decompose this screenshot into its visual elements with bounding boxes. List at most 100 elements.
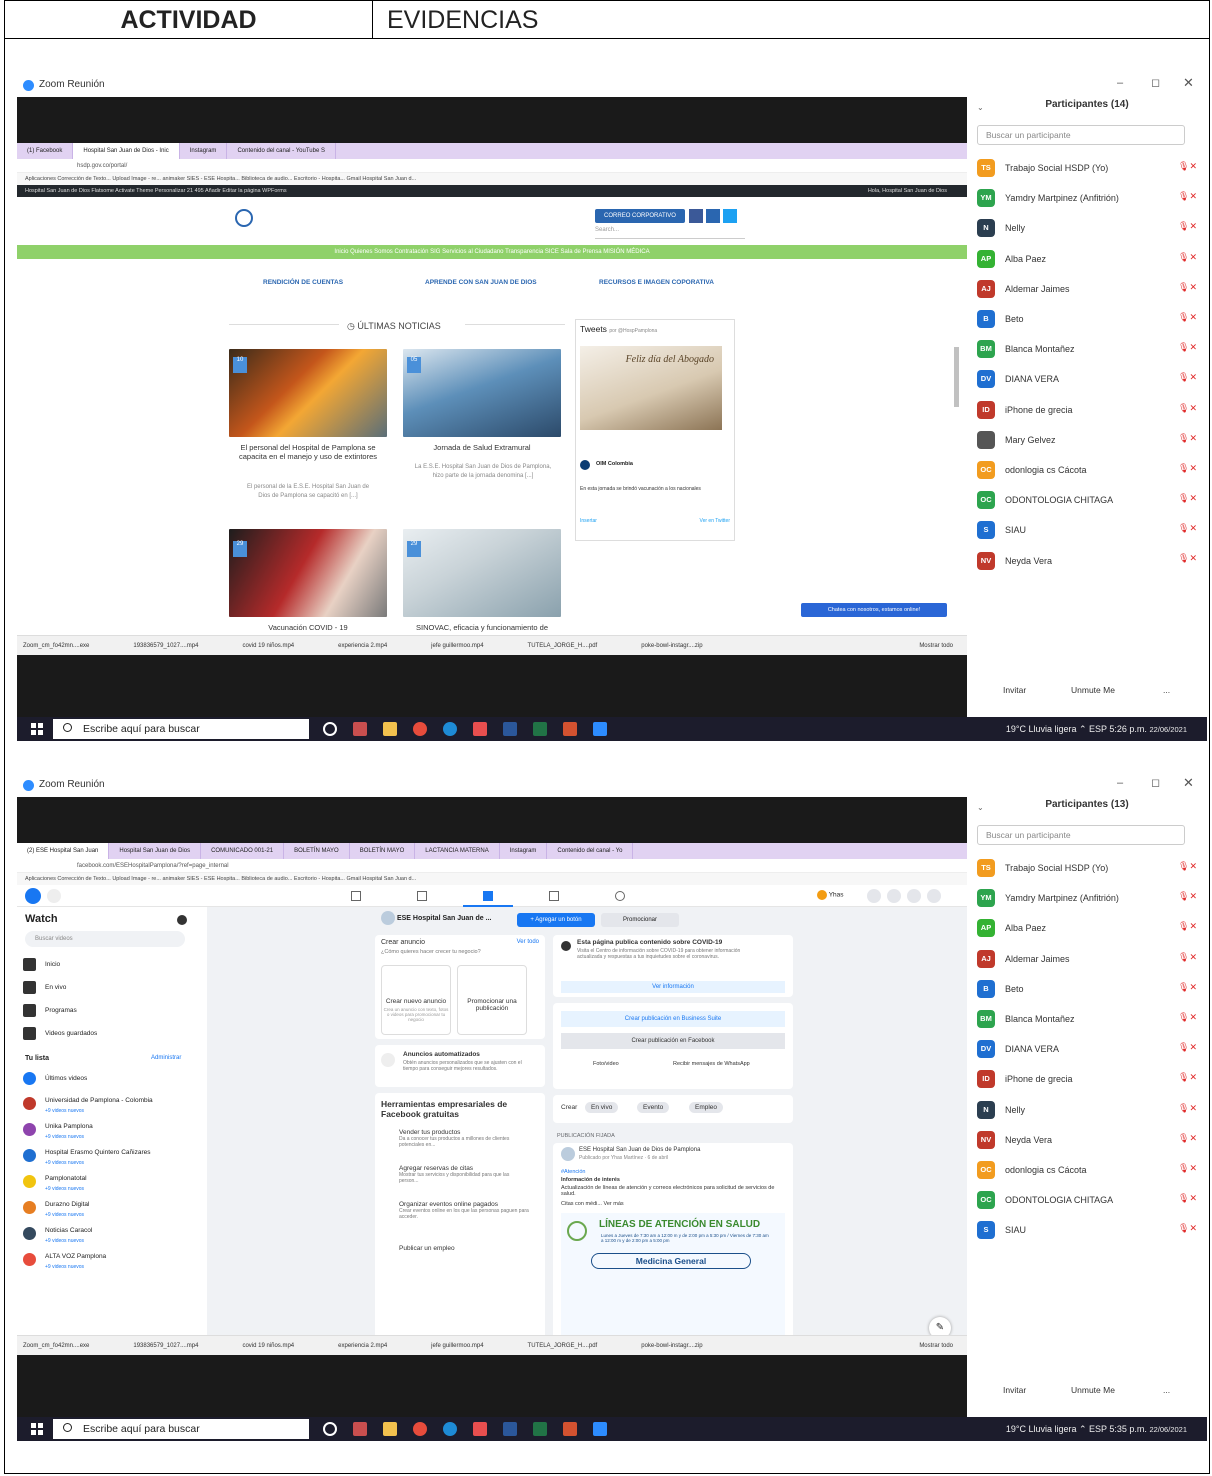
participant-row[interactable]: DV DIANA VERA 🎙✕ <box>977 1034 1197 1064</box>
participant-row[interactable]: S SIAU 🎙✕ <box>977 1215 1197 1245</box>
watch-icon[interactable] <box>483 891 493 901</box>
facebook-logo-icon[interactable] <box>25 888 41 904</box>
download-item[interactable]: Zoom_cm_fo42mn....exe <box>23 1336 89 1355</box>
powerpoint-icon[interactable] <box>563 1422 577 1436</box>
plus-icon[interactable] <box>867 889 881 903</box>
browser-tab[interactable]: (2) ESE Hospital San Juan <box>17 843 110 859</box>
chip-live[interactable]: En vivo <box>585 1102 619 1113</box>
sidebar-item-inicio[interactable]: Inicio <box>17 953 207 976</box>
flag-icon[interactable] <box>417 891 427 901</box>
muted-camera-off-icon[interactable]: 🎙✕ <box>1178 1103 1197 1114</box>
download-item[interactable]: covid 19 niños.mp4 <box>242 636 294 655</box>
muted-camera-off-icon[interactable]: 🎙✕ <box>1178 523 1197 534</box>
restore-icon[interactable]: ◻ <box>1151 776 1160 789</box>
muted-camera-off-icon[interactable]: 🎙✕ <box>1178 1193 1197 1204</box>
list-item[interactable]: Pamplonatotal +9 videos nuevos <box>17 1170 207 1196</box>
search-icon[interactable] <box>47 889 61 903</box>
close-icon[interactable]: ✕ <box>1183 775 1194 791</box>
section-link[interactable]: RECURSOS E IMAGEN COPORATIVA <box>599 279 714 286</box>
muted-camera-off-icon[interactable]: 🎙✕ <box>1178 493 1197 504</box>
auto-ads-card[interactable]: Anuncios automatizados Obtén anuncios pe… <box>375 1045 545 1087</box>
address-bar[interactable]: facebook.com/ESEHospitalPamplona/?ref=pa… <box>17 859 967 873</box>
participant-row[interactable]: DV DIANA VERA 🎙✕ <box>977 364 1197 394</box>
chip-event[interactable]: Evento <box>637 1102 670 1113</box>
section-link[interactable]: RENDICIÓN DE CUENTAS <box>263 279 343 286</box>
sidebar-item-guardados[interactable]: Videos guardados <box>17 1022 207 1045</box>
download-item[interactable]: poke-bowl-instagr....zip <box>641 1336 702 1355</box>
news-image[interactable] <box>229 349 387 437</box>
browser-tab[interactable]: Instagram <box>500 843 548 859</box>
site-menu[interactable]: Inicio Quienes Somos Contratación SIG Se… <box>17 245 967 259</box>
powerpoint-icon[interactable] <box>563 722 577 736</box>
download-item[interactable]: jefe guillermoo.mp4 <box>431 636 483 655</box>
list-item[interactable]: Últimos videos <box>17 1067 207 1092</box>
browser-tab[interactable]: Instagram <box>180 143 228 159</box>
muted-camera-off-icon[interactable]: 🎙✕ <box>1178 553 1197 564</box>
download-item[interactable]: jefe guillermoo.mp4 <box>431 1336 483 1355</box>
muted-camera-off-icon[interactable]: 🎙✕ <box>1178 921 1197 932</box>
browser-tab[interactable]: (1) Facebook <box>17 143 74 159</box>
sidebar-item-en-vivo[interactable]: En vivo <box>17 976 207 999</box>
muted-camera-off-icon[interactable]: 🎙✕ <box>1178 1223 1197 1234</box>
muted-camera-off-icon[interactable]: 🎙✕ <box>1178 221 1197 232</box>
participant-row[interactable]: NV Neyda Vera 🎙✕ <box>977 1125 1197 1155</box>
unmute-me-button[interactable]: Unmute Me <box>1071 685 1115 695</box>
muted-camera-off-icon[interactable]: 🎙✕ <box>1178 191 1197 202</box>
participant-row[interactable]: OC odonlogia cs Cácota 🎙✕ <box>977 455 1197 485</box>
muted-camera-off-icon[interactable]: 🎙✕ <box>1178 952 1197 963</box>
page-name[interactable]: ESE Hospital San Juan de ... <box>381 911 491 925</box>
participant-row[interactable]: AJ Aldemar Jaimes 🎙✕ <box>977 944 1197 974</box>
news-title[interactable]: Vacunación COVID - 19 <box>233 623 383 632</box>
home-icon[interactable] <box>351 891 361 901</box>
section-link[interactable]: APRENDE CON SAN JUAN DE DIOS <box>425 279 537 286</box>
participant-row[interactable]: BM Blanca Montañez 🎙✕ <box>977 334 1197 364</box>
muted-camera-off-icon[interactable]: 🎙✕ <box>1178 1012 1197 1023</box>
bookmarks-bar[interactable]: Aplicaciones Corrección de Texto... Uplo… <box>17 173 967 185</box>
news-image[interactable] <box>403 349 561 437</box>
tweet-account[interactable]: OIM Colombia <box>596 461 633 467</box>
address-bar[interactable]: hsdp.gov.co/portal/ <box>17 159 967 173</box>
taskbar-search[interactable]: Escribe aquí para buscar <box>53 719 309 739</box>
muted-camera-off-icon[interactable]: 🎙✕ <box>1178 1072 1197 1083</box>
muted-camera-off-icon[interactable]: 🎙✕ <box>1178 433 1197 444</box>
participant-row[interactable]: TS Trabajo Social HSDP (Yo) 🎙✕ <box>977 853 1197 883</box>
corporate-mail-button[interactable]: CORREO CORPORATIVO <box>595 209 685 223</box>
participant-row[interactable]: AP Alba Paez 🎙✕ <box>977 244 1197 274</box>
participant-row[interactable]: OC ODONTOLOGIA CHITAGA 🎙✕ <box>977 485 1197 515</box>
list-item[interactable]: Universidad de Pamplona - Colombia +9 vid… <box>17 1092 207 1118</box>
download-item[interactable]: TUTELA_JORGE_H....pdf <box>528 1336 598 1355</box>
notifications-icon[interactable] <box>907 889 921 903</box>
participant-row[interactable]: OC odonlogia cs Cácota 🎙✕ <box>977 1155 1197 1185</box>
invite-button[interactable]: Invitar <box>1003 1385 1026 1395</box>
post-author[interactable]: ESE Hospital San Juan de Dios de Pamplon… <box>579 1147 700 1153</box>
post-job-tool[interactable]: Publicar un empleo <box>399 1245 529 1252</box>
chrome-icon[interactable] <box>413 722 427 736</box>
list-item[interactable]: Unika Pamplona +9 videos nuevos <box>17 1118 207 1144</box>
sell-products-tool[interactable]: Vender tus productos Da a conocer tus pro… <box>399 1129 529 1148</box>
muted-camera-off-icon[interactable]: 🎙✕ <box>1178 161 1197 172</box>
participant-row[interactable]: N Nelly 🎙✕ <box>977 1095 1197 1125</box>
muted-camera-off-icon[interactable]: 🎙✕ <box>1178 1163 1197 1174</box>
more-button[interactable]: ... <box>1163 685 1170 695</box>
participant-row[interactable]: YM Yamdry Martpinez (Anfitrión) 🎙✕ <box>977 883 1197 913</box>
browser-tab[interactable]: BOLETÍN MAYO <box>350 843 416 859</box>
muted-camera-off-icon[interactable]: 🎙✕ <box>1178 342 1197 353</box>
chat-button[interactable]: Chatea con nosotros, estamos online! <box>801 603 947 617</box>
windows-start-icon[interactable] <box>31 723 43 735</box>
business-suite-button[interactable]: Crear publicación en Business Suite <box>561 1011 785 1027</box>
promote-button[interactable]: Promocionar <box>601 913 679 927</box>
participant-row[interactable]: AJ Aldemar Jaimes 🎙✕ <box>977 274 1197 304</box>
taskbar-search[interactable]: Escribe aquí para buscar <box>53 1419 309 1439</box>
download-item[interactable]: poke-bowl-instagr....zip <box>641 636 702 655</box>
list-item[interactable]: Durazno Digital +9 videos nuevos <box>17 1196 207 1222</box>
participant-row[interactable]: OC ODONTOLOGIA CHITAGA 🎙✕ <box>977 1185 1197 1215</box>
download-item[interactable]: 193836579_1027....mp4 <box>133 636 198 655</box>
browser-tab[interactable]: LACTANCIA MATERNA <box>415 843 500 859</box>
minimize-icon[interactable]: – <box>1117 77 1123 89</box>
promote-post-option[interactable]: Promocionar una publicación <box>457 965 527 1035</box>
task-view-icon[interactable] <box>323 1422 337 1436</box>
word-icon[interactable] <box>503 722 517 736</box>
view-info-button[interactable]: Ver información <box>561 981 785 993</box>
muted-camera-off-icon[interactable]: 🎙✕ <box>1178 312 1197 323</box>
participant-row[interactable]: YM Yamdry Martpinez (Anfitrión) 🎙✕ <box>977 183 1197 213</box>
